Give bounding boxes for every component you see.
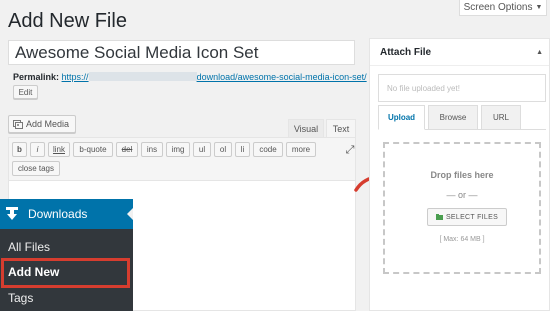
tab-visual[interactable]: Visual (288, 119, 324, 137)
submenu-item-tags[interactable]: Tags (8, 291, 33, 305)
tab-browse[interactable]: Browse (428, 105, 478, 130)
permalink-prefix: https:// (61, 72, 89, 82)
permalink-link[interactable]: https:// download/awesome-social-media-ic… (62, 72, 367, 82)
post-title-input[interactable]: Awesome Social Media Icon Set (8, 40, 355, 65)
add-media-button[interactable]: Add Media (8, 115, 76, 133)
qt-img-button[interactable]: img (166, 142, 190, 157)
qt-li-button[interactable]: li (235, 142, 250, 157)
qt-link-button[interactable]: link (48, 142, 70, 157)
tab-text[interactable]: Text (326, 119, 356, 137)
qt-bold-button[interactable]: b (12, 142, 27, 157)
max-upload-size: [ Max: 64 MB ] (439, 236, 485, 243)
select-files-label: SELECT FILES (445, 213, 499, 221)
quicktags-toolbar: b i link b-quote del ins img ul ol li co… (8, 137, 356, 181)
qt-ul-button[interactable]: ul (193, 142, 211, 157)
permalink: Permalink: https:// download/awesome-soci… (13, 72, 367, 82)
qt-del-button[interactable]: del (116, 142, 138, 157)
permalink-suffix: download/awesome-social-media-icon-set/ (196, 72, 367, 82)
screen-options-button[interactable]: Screen Options ▼ (459, 0, 547, 16)
folder-icon (435, 213, 443, 220)
qt-code-button[interactable]: code (253, 142, 283, 157)
admin-menu: Downloads All Files Add New Tags (0, 199, 133, 311)
qt-italic-button[interactable]: i (30, 142, 45, 157)
highlight-box (1, 258, 130, 288)
page-title: Add New File (8, 10, 127, 32)
qt-more-button[interactable]: more (286, 142, 316, 157)
uploaded-file-field[interactable]: No file uploaded yet! (378, 74, 546, 102)
qt-close-tags-button[interactable]: close tags (12, 161, 60, 176)
drop-files-text: Drop files here (430, 170, 494, 180)
fullscreen-icon[interactable]: ⤢ (344, 144, 356, 156)
file-dropzone[interactable]: Drop files here — or — SELECT FILES [ Ma… (383, 142, 541, 274)
select-files-button[interactable]: SELECT FILES (427, 208, 507, 226)
chevron-up-icon[interactable]: ▲ (536, 49, 543, 56)
qt-blockquote-button[interactable]: b-quote (73, 142, 113, 157)
menu-item-downloads-label: Downloads (28, 207, 88, 221)
edit-permalink-button[interactable]: Edit (13, 85, 38, 99)
attach-file-panel: Attach File ▲ No file uploaded yet! Uplo… (369, 38, 550, 311)
attach-file-header[interactable]: Attach File ▲ (370, 39, 549, 66)
blurred-domain (88, 72, 197, 81)
submenu-item-all-files[interactable]: All Files (8, 240, 50, 254)
chevron-down-icon: ▼ (535, 4, 543, 11)
qt-ins-button[interactable]: ins (141, 142, 163, 157)
tab-url[interactable]: URL (481, 105, 521, 130)
media-icon (13, 119, 23, 129)
qt-ol-button[interactable]: ol (214, 142, 232, 157)
screen-options-label: Screen Options (463, 2, 533, 13)
tab-upload[interactable]: Upload (378, 105, 425, 130)
permalink-label: Permalink: (13, 72, 60, 82)
download-icon (6, 207, 18, 221)
attach-file-title: Attach File (380, 47, 432, 58)
menu-item-downloads[interactable]: Downloads (0, 199, 133, 229)
add-media-label: Add Media (26, 119, 70, 129)
or-separator: — or — (446, 190, 478, 200)
